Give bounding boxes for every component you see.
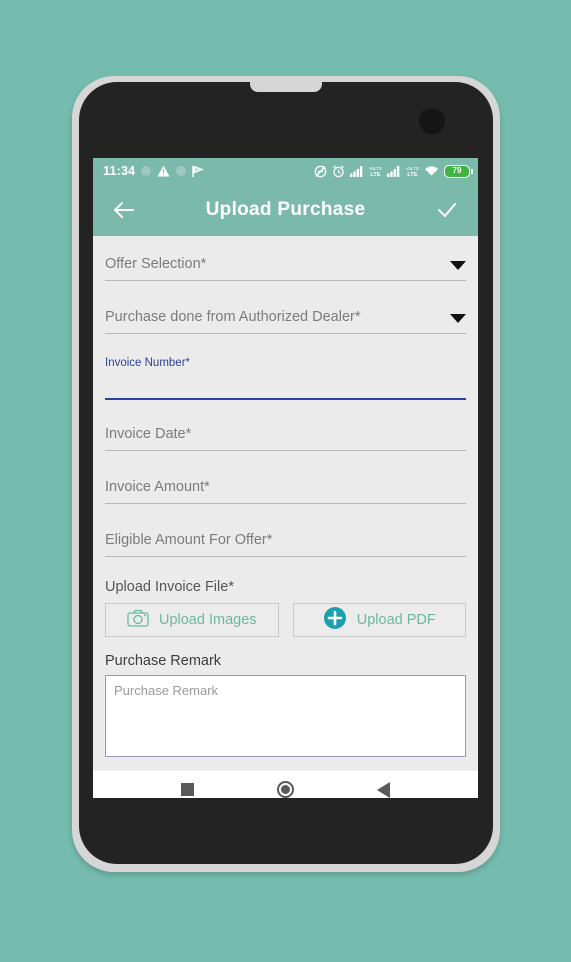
authorized-dealer-dropdown[interactable]: Purchase done from Authorized Dealer* [105,303,466,334]
upload-buttons-group: Upload Images Upload PDF [105,603,466,637]
mute-icon [314,165,327,178]
phone-notch [250,80,322,92]
volte-icon: VoLTE LTE [369,165,382,177]
svg-text:LTE: LTE [407,172,417,177]
phone-frame: 11:34 VoLTE LTE VoLTE LTE 79 Upload Purc… [72,76,500,872]
back-arrow-icon[interactable] [109,195,139,225]
upload-invoice-file-label: Upload Invoice File* [105,579,234,595]
app-bar: Upload Purchase [93,184,478,236]
upload-pdf-button[interactable]: Upload PDF [292,603,466,637]
camera-icon [127,609,149,632]
android-nav-bar [93,770,478,798]
nav-recents-button[interactable] [174,776,202,799]
nav-back-button[interactable] [370,776,398,799]
invoice-number-input[interactable] [105,370,466,394]
invoice-amount-field[interactable]: Invoice Amount* [105,473,466,504]
front-camera-icon [419,108,445,134]
play-flag-icon [192,165,205,178]
triangle-left-icon [377,781,390,798]
alarm-clock-icon [332,164,345,178]
volte-2-icon: VoLTE LTE [406,165,419,177]
invoice-date-field[interactable]: Invoice Date* [105,420,466,451]
plus-circle-icon [323,606,347,635]
signal-bars-2-icon [387,165,401,177]
eligible-amount-field[interactable]: Eligible Amount For Offer* [105,526,466,557]
svg-text:LTE: LTE [370,172,380,177]
status-bar-left: 11:34 [103,164,314,178]
purchase-remark-textarea[interactable] [105,675,466,757]
square-icon [181,783,194,796]
signal-bars-icon [350,165,364,177]
page-title: Upload Purchase [205,199,366,220]
wifi-icon [424,165,439,177]
dot-icon [141,166,152,176]
upload-images-label: Upload Images [158,612,257,628]
status-time: 11:34 [103,164,136,178]
invoice-date-label: Invoice Date* [105,426,192,442]
upload-images-button[interactable]: Upload Images [105,603,279,637]
offer-selection-dropdown[interactable]: Offer Selection* [105,250,466,281]
authorized-dealer-label: Purchase done from Authorized Dealer* [105,309,361,325]
nav-home-button[interactable] [272,776,300,798]
invoice-amount-label: Invoice Amount* [105,479,210,495]
status-bar-right: VoLTE LTE VoLTE LTE 79 [314,164,473,178]
checkmark-icon[interactable] [432,195,462,225]
chevron-down-icon[interactable] [450,261,466,270]
invoice-number-label: Invoice Number* [105,357,191,369]
purchase-remark-label: Purchase Remark [105,653,222,669]
dot-2-icon [176,166,187,176]
warning-triangle-icon [157,165,170,177]
upload-pdf-label: Upload PDF [356,612,436,628]
status-bar: 11:34 VoLTE LTE VoLTE LTE 79 [93,158,478,184]
battery-icon: 79 [444,164,473,178]
invoice-number-field[interactable]: Invoice Number* [105,356,466,400]
offer-selection-label: Offer Selection* [105,256,207,272]
eligible-amount-label: Eligible Amount For Offer* [105,532,273,548]
chevron-down-2-icon[interactable] [450,314,466,323]
circle-icon [277,781,294,798]
svg-text:VoLTE: VoLTE [406,166,419,171]
svg-text:VoLTE: VoLTE [369,166,382,171]
battery-level: 79 [452,166,462,175]
form-area: Offer Selection* Purchase done from Auth… [93,236,478,770]
phone-screen: 11:34 VoLTE LTE VoLTE LTE 79 Upload Purc… [93,158,478,798]
